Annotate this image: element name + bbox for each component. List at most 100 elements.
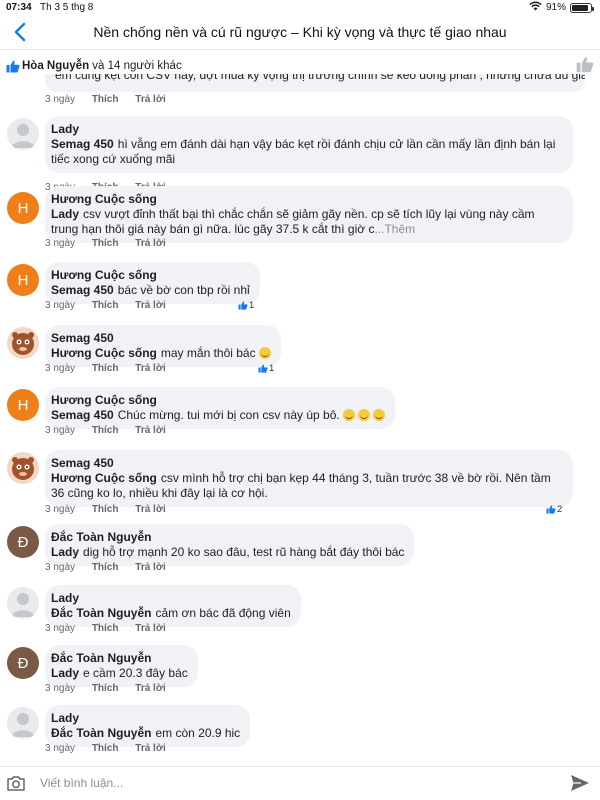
comment-body: csv vượt đỉnh thất bại thì chắc chắn sẽ … [51,207,535,236]
comment-time: 3 ngày [45,238,76,249]
comment-meta: 3 ngày Thích Trả lời [45,623,180,634]
avatar[interactable]: Đ [7,647,39,679]
comment-author[interactable]: Lady [51,711,240,726]
comment-meta: 3 ngày Thích Trả lời [45,300,180,311]
mention-tag[interactable]: Đắc Toàn Nguyễn [51,726,151,740]
status-right: 91% [529,1,594,14]
reply-button[interactable]: Trả lời [135,238,165,249]
comment-bubble: Semag 450 Hương Cuộc sống may mắn thôi bá… [45,325,281,367]
like-button[interactable]: Thích [92,300,119,311]
like-button[interactable]: Thích [92,425,119,436]
mention-tag[interactable]: Hương Cuộc sống [51,471,157,485]
reaction-count[interactable]: 1 [258,363,274,374]
nav-bar: Nền chống nền và cú rũ ngược – Khi kỳ vọ… [0,16,600,50]
avatar[interactable] [7,452,39,484]
avatar[interactable] [7,707,39,739]
reaction-count[interactable]: 2 [546,504,562,515]
comment-time: 3 ngày [45,363,76,374]
grinning-emoji-icon [258,347,271,359]
grinning-emoji-icon [342,409,355,421]
reply-button[interactable]: Trả lời [135,562,165,573]
comment-body: e cầm 20.3 đây bác [83,666,188,680]
default-avatar-icon [11,713,35,737]
comment-time: 3 ngày [45,94,76,105]
reply-button[interactable]: Trả lời [135,504,165,515]
comment-author[interactable]: Hương Cuộc sống [51,393,385,408]
comment-meta: 3 ngày Thích Trả lời [45,504,180,515]
avatar[interactable]: H [7,389,39,421]
like-button[interactable]: Thích [92,238,119,249]
see-more-link[interactable]: ...Thêm [374,222,415,236]
avatar[interactable] [7,118,39,150]
avatar-letter: Đ [17,654,29,672]
comment-time: 3 ngày [45,743,76,754]
comment-body: dig hỗ trợ mạnh 20 ko sao đâu, test rũ h… [83,545,405,559]
comment-text: Semag 450 Chúc mừng. tui mới bị con csv n… [51,408,385,423]
chevron-left-icon[interactable] [8,20,32,44]
like-count: 1 [249,300,255,311]
comment-author[interactable]: Lady [51,591,291,606]
like-button[interactable]: Thích [92,94,119,105]
comment-body: bác về bờ con tbp rồi nhỉ [117,283,250,297]
avatar[interactable]: Đ [7,526,39,558]
wifi-icon [529,1,542,14]
comment-text: Đắc Toàn Nguyễn cảm ơn bác đã động viên [51,606,291,621]
comment-text: Semag 450 bác về bờ con tbp rồi nhỉ [51,283,250,298]
comment-input[interactable]: Viết bình luận... [40,776,123,790]
mention-tag[interactable]: Lady [51,207,79,221]
reply-button[interactable]: Trả lời [135,743,165,754]
comment-author[interactable]: Semag 450 [51,331,271,346]
avatar[interactable] [7,327,39,359]
mention-tag[interactable]: Đắc Toàn Nguyễn [51,606,151,620]
comment-author[interactable]: Đắc Toàn Nguyễn [51,651,188,666]
reply-button[interactable]: Trả lời [135,425,165,436]
reply-button[interactable]: Trả lời [135,623,165,634]
comment-author[interactable]: Lady [51,122,563,137]
mention-tag[interactable]: Lady [51,666,79,680]
comment-bubble: Semag 450 Hương Cuộc sống csv mình hỗ trợ… [45,450,573,507]
thumbs-up-icon [546,505,556,514]
mention-tag[interactable]: Semag 450 [51,408,114,422]
grinning-emoji-icon [372,409,385,421]
comment-time: 3 ngày [45,504,76,515]
avatar[interactable]: H [7,264,39,296]
comment-bubble: Hương Cuộc sống Lady csv vượt đỉnh thất b… [45,186,573,243]
reply-button[interactable]: Trả lời [135,94,165,105]
comment-author[interactable]: Đắc Toàn Nguyễn [51,530,404,545]
comment-list[interactable]: em cũng kẹt con CSV này, đợt mua kỳ vọng… [0,74,600,764]
status-time: 07:34 [6,2,32,13]
comment-meta: 3 ngày Thích Trả lời [45,683,180,694]
like-button[interactable]: Thích [92,743,119,754]
comment-text: Lady e cầm 20.3 đây bác [51,666,188,681]
cartoon-avatar-icon [12,332,34,355]
reaction-first-name: Hòa Nguyễn [22,60,90,72]
comment-author[interactable]: Hương Cuộc sống [51,268,250,283]
reply-button[interactable]: Trả lời [135,363,165,374]
send-icon[interactable] [570,774,590,797]
grinning-emoji-icon [357,409,370,421]
avatar-letter: H [17,199,29,217]
reply-button[interactable]: Trả lời [135,300,165,311]
comment-meta: 3 ngày Thích Trả lời [45,363,180,374]
reaction-count[interactable]: 1 [238,300,254,311]
reply-button[interactable]: Trả lời [135,683,165,694]
avatar[interactable]: H [7,192,39,224]
comment-author[interactable]: Hương Cuộc sống [51,192,563,207]
comment-bubble: Đắc Toàn Nguyễn Lady e cầm 20.3 đây bác [45,645,198,687]
comment-meta-cropped: 3 ngày Thích Trả lời [45,94,180,105]
mention-tag[interactable]: Lady [51,545,79,559]
avatar[interactable] [7,587,39,619]
like-button[interactable]: Thích [92,363,119,374]
comment-bubble-cropped: em cũng kẹt con CSV này, đợt mua kỳ vọng… [45,74,585,92]
comment-author[interactable]: Semag 450 [51,456,563,471]
like-button[interactable]: Thích [92,623,119,634]
camera-icon[interactable] [6,774,26,797]
like-button[interactable]: Thích [92,504,119,515]
like-button[interactable]: Thích [92,683,119,694]
like-button[interactable]: Thích [92,562,119,573]
mention-tag[interactable]: Hương Cuộc sống [51,346,157,360]
comment-text: Lady dig hỗ trợ mạnh 20 ko sao đâu, test … [51,545,404,560]
avatar-letter: H [17,271,29,289]
mention-tag[interactable]: Semag 450 [51,137,114,151]
mention-tag[interactable]: Semag 450 [51,283,114,297]
